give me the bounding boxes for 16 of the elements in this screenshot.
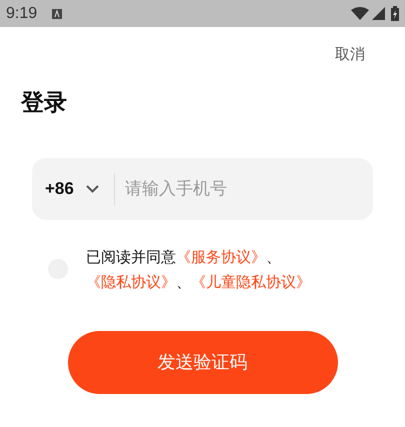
- phone-input[interactable]: 请输入手机号: [124, 176, 373, 202]
- wifi-icon: [351, 7, 369, 20]
- page-title: 登录: [21, 88, 67, 116]
- agreement-link[interactable]: 《服务协议》: [176, 249, 266, 266]
- agreement-text: 已阅读并同意《服务协议》、 《隐私协议》、《儿童隐私协议》: [86, 248, 312, 293]
- battery-icon: [391, 6, 399, 21]
- cancel-button[interactable]: 取消: [335, 44, 365, 66]
- keyboard-icon: [52, 8, 62, 18]
- agreement-link[interactable]: 《隐私协议》: [86, 274, 176, 291]
- chevron-down-icon[interactable]: [86, 185, 99, 193]
- status-time: 9:19: [6, 4, 38, 24]
- phone-field[interactable]: +86 请输入手机号: [32, 158, 373, 220]
- agreement-link[interactable]: 《儿童隐私协议》: [191, 274, 311, 291]
- country-code[interactable]: +86: [45, 176, 74, 202]
- send-code-button[interactable]: 发送验证码: [68, 331, 338, 394]
- signal-icon: [372, 7, 385, 20]
